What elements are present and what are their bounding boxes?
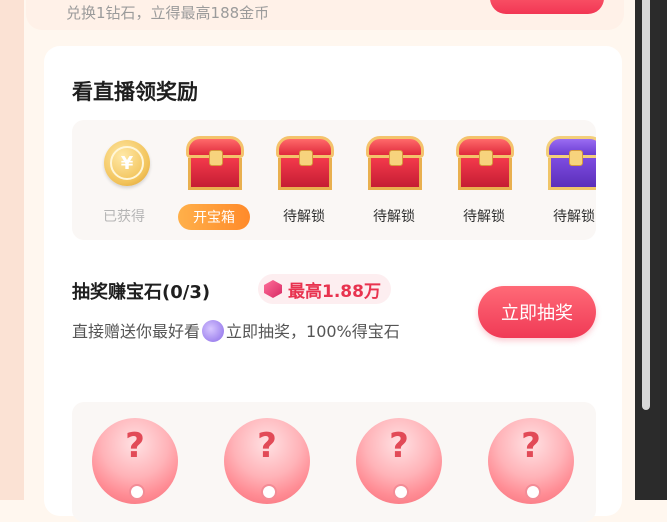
background-right-edge	[635, 0, 667, 500]
coin-icon: ¥	[104, 140, 150, 186]
description-text: 立即抽奖，100%得宝石	[226, 322, 400, 341]
reward-label: 待解锁	[373, 209, 415, 225]
exchange-card: 兑换1钻石，立得最高188金币	[26, 0, 624, 30]
reward-label: 待解锁	[463, 209, 505, 225]
gift-icon	[202, 320, 225, 342]
mystery-ball-icon[interactable]: ?	[488, 418, 574, 504]
reward-item-locked: 待解锁	[444, 120, 524, 240]
background-left-edge	[0, 0, 24, 500]
reward-item-locked: 待解锁	[264, 120, 344, 240]
watch-reward-title: 看直播领奖励	[72, 80, 198, 104]
treasure-chest-icon	[274, 136, 336, 192]
treasure-chest-icon	[454, 136, 516, 192]
question-mark: ?	[125, 426, 145, 466]
reward-item-obtained: ¥ 已获得	[84, 120, 164, 240]
max-reward-text: 最高1.88万	[288, 281, 381, 302]
task-card: 看直播领奖励 ¥ 已获得 开宝箱 待解锁 待解锁 待解锁 待解锁 抽奖赚宝石(0…	[44, 46, 622, 522]
reward-item-locked: 待解锁	[354, 120, 434, 240]
mystery-ball-icon[interactable]: ?	[224, 418, 310, 504]
treasure-chest-icon	[184, 136, 246, 192]
lottery-description: 直接赠送你最好看 立即抽奖，100%得宝石	[72, 318, 452, 346]
draw-now-button[interactable]: 立即抽奖	[478, 286, 596, 338]
mystery-ball-icon[interactable]: ?	[92, 418, 178, 504]
exchange-button[interactable]	[490, 0, 604, 14]
scroll-indicator[interactable]	[642, 0, 650, 410]
open-chest-button[interactable]: 开宝箱	[178, 204, 250, 230]
reward-label: 已获得	[103, 209, 145, 225]
gem-icon	[264, 280, 282, 298]
reward-label: 待解锁	[283, 209, 325, 225]
purple-chest-icon	[544, 136, 596, 192]
treasure-chest-icon	[364, 136, 426, 192]
reward-strip[interactable]: ¥ 已获得 开宝箱 待解锁 待解锁 待解锁 待解锁	[72, 120, 596, 240]
description-text: 直接赠送你最好看	[72, 322, 201, 341]
max-reward-badge: 最高1.88万	[258, 274, 391, 304]
question-mark: ?	[521, 426, 541, 466]
reward-item-open[interactable]: 开宝箱	[174, 120, 254, 240]
exchange-subtitle: 兑换1钻石，立得最高188金币	[66, 4, 270, 22]
reward-item-locked: 待解锁	[534, 120, 596, 240]
reward-label: 待解锁	[553, 209, 595, 225]
yuan-symbol: ¥	[110, 146, 144, 180]
lottery-balls: ? ? ? ?	[72, 402, 596, 522]
mystery-ball-icon[interactable]: ?	[356, 418, 442, 504]
question-mark: ?	[389, 426, 409, 466]
question-mark: ?	[257, 426, 277, 466]
lottery-title: 抽奖赚宝石(0/3)	[72, 282, 211, 303]
